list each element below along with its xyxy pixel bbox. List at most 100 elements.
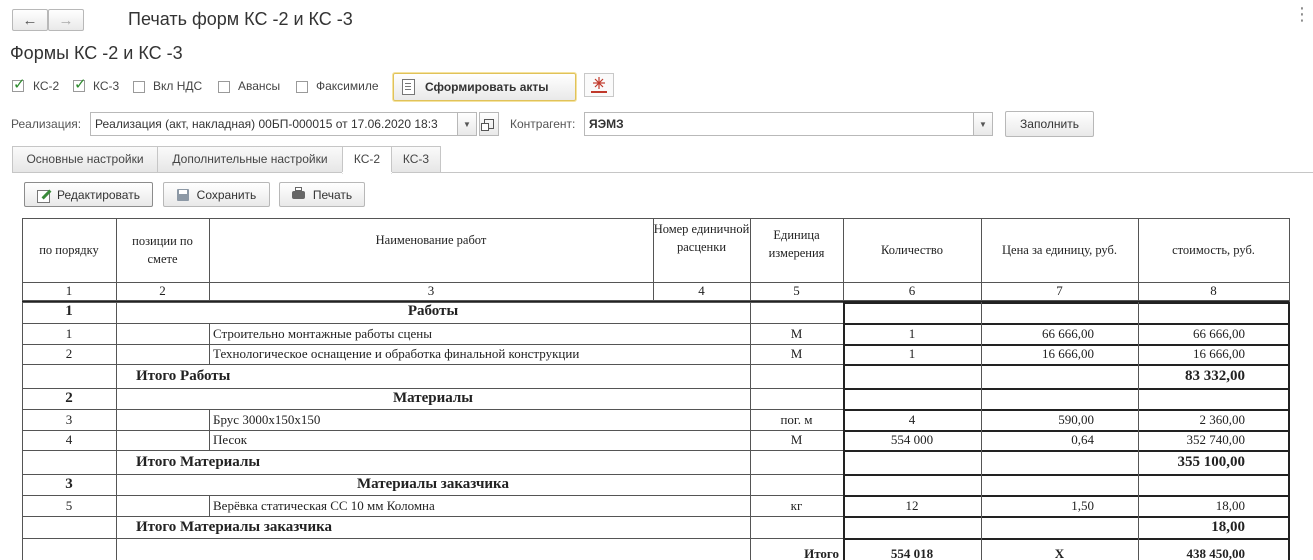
unit: кг [790,497,803,513]
unit-price: 16 666,00 [1042,345,1094,361]
section-title: Материалы заказчика [357,476,509,493]
header-cell: Цена за единицу, руб. [1002,242,1117,257]
print-label: Печать [312,187,353,202]
pencil-icon [37,188,52,203]
tab-additional-settings[interactable]: Дополнительные настройки [157,146,343,173]
ks2-spreadsheet[interactable]: по порядку позиции по смете Наименование… [22,218,1313,560]
window-title: Печать форм КС -2 и КС -3 [128,9,353,29]
column-number: 5 [793,282,800,298]
edit-label: Редактировать [57,187,140,202]
floppy-disk-icon [176,188,189,201]
back-button[interactable]: ← [12,9,48,31]
generate-acts-button[interactable]: Сформировать акты [393,73,576,101]
section-number: 2 [65,390,73,407]
unit-price: 66 666,00 [1042,325,1094,341]
header-cell: по порядку [39,242,99,257]
header-cell: Номер единичной расценки [653,221,750,254]
triangle-down-icon: ▼ [979,119,987,129]
section-title: Работы [407,303,459,320]
total-label: Итого Материалы [136,454,261,471]
column-number: 2 [159,282,166,298]
grid-line [116,302,117,560]
forward-button[interactable]: → [48,9,84,31]
realization-label: Реализация: [11,117,82,131]
tab-main-settings[interactable]: Основные настройки [12,146,158,173]
header-cell: стоимость, руб. [1172,242,1255,257]
cost: 66 666,00 [1193,325,1245,341]
ks2-label: КС-2 [33,79,60,93]
total-cost: 83 332,00 [1185,368,1245,385]
realization-field[interactable]: Реализация (акт, накладная) 00БП-000015 … [90,112,458,136]
realization-dropdown-button[interactable]: ▼ [457,112,477,136]
quantity: 4 [908,411,916,427]
form-title: Формы КС -2 и КС -3 [10,43,183,63]
grand-total-label: Итого [804,545,839,560]
column-number: 7 [1056,282,1063,298]
vat-label: Вкл НДС [153,79,203,93]
tab-ks3[interactable]: КС-3 [391,146,441,173]
total-label: Итого Работы [136,368,231,385]
vat-checkbox[interactable] [133,81,145,93]
quantity: 12 [905,497,919,513]
save-label: Сохранить [196,187,257,202]
row-number: 4 [65,431,73,447]
cost: 16 666,00 [1193,345,1245,361]
print-button[interactable]: Печать [279,182,365,207]
row-number: 1 [65,325,73,341]
row-number: 3 [65,411,73,427]
grid-line [843,388,1289,390]
edit-button[interactable]: Редактировать [24,182,153,207]
realization-open-button[interactable] [479,112,499,136]
work-name: Строительно монтажные работы сцены [213,325,432,341]
contractor-field[interactable]: ЯЭМЗ [584,112,974,136]
advances-label: Авансы [238,79,281,93]
open-window-icon [481,119,494,131]
quantity: 554 000 [890,431,934,447]
cost: 352 740,00 [1186,431,1246,447]
section-number: 3 [65,476,73,493]
total-cost: 355 100,00 [1177,454,1246,471]
total-cost: 18,00 [1211,519,1245,536]
quantity: 1 [908,325,916,341]
contractor-dropdown-button[interactable]: ▼ [973,112,993,136]
row-number: 2 [65,345,73,361]
column-number: 1 [65,282,73,298]
stamp-icon[interactable] [584,73,614,97]
total-label: Итого Материалы заказчика [136,519,333,536]
ks2-checkbox[interactable]: ✓ [12,76,26,93]
unit-price: 0,64 [1071,431,1094,447]
arrow-left-icon: ← [22,11,38,29]
ks3-checkbox[interactable]: ✓ [73,76,87,93]
contractor-label: Контрагент: [510,117,576,131]
cost: 2 360,00 [1199,411,1246,427]
work-name: Песок [213,431,248,447]
advances-checkbox[interactable] [218,81,230,93]
grand-total-cost: 438 450,00 [1186,545,1246,560]
more-menu-icon[interactable]: ⋮ [1293,4,1311,25]
grid-line [843,474,1289,476]
grand-total-quantity: 554 018 [890,545,934,560]
ks3-label: КС-3 [93,79,120,93]
unit: пог. м [780,411,813,427]
fill-button[interactable]: Заполнить [1005,111,1094,137]
document-icon [402,79,415,95]
facsimile-checkbox[interactable] [296,81,308,93]
unit: М [790,345,803,361]
unit-price: 590,00 [1058,411,1094,427]
column-number: 6 [908,282,916,298]
header-cell: Единица измерения [768,227,825,260]
printer-icon [291,186,305,199]
tab-panel-border [12,172,1313,173]
unit-price: 1,50 [1071,497,1094,513]
column-number: 3 [427,282,435,298]
save-button[interactable]: Сохранить [163,182,270,207]
work-name: Верёвка статическая СС 10 мм Коломна [213,497,435,513]
tab-active-gap [342,172,392,173]
row-number: 5 [65,497,73,513]
column-number: 4 [698,282,705,298]
column-number: 8 [1210,282,1217,298]
section-number: 1 [65,303,73,320]
triangle-down-icon: ▼ [463,119,471,129]
tab-ks2[interactable]: КС-2 [342,146,392,174]
header-cell: Количество [881,242,943,257]
